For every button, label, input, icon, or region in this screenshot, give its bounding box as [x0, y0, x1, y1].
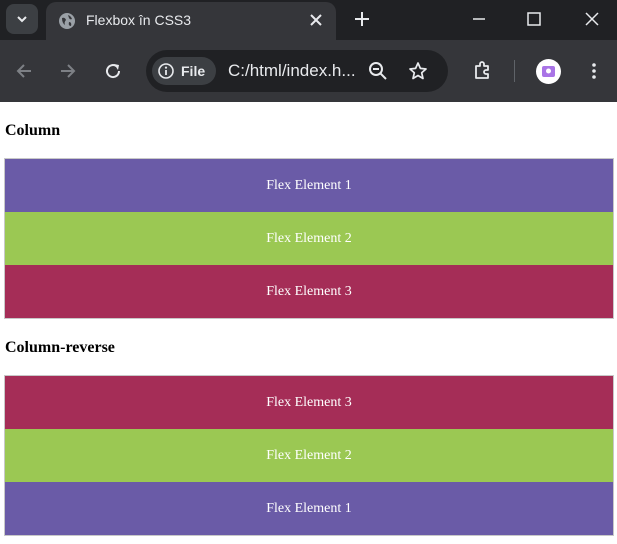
flex-element-2: Flex Element 2 [5, 429, 613, 482]
browser-toolbar: File C:/html/index.h... [0, 40, 617, 102]
site-info-label: File [181, 63, 206, 79]
address-bar[interactable]: File C:/html/index.h... [146, 50, 448, 92]
arrow-right-icon[interactable] [58, 61, 78, 81]
toolbar-divider [514, 60, 515, 82]
star-icon[interactable] [408, 61, 428, 81]
puzzle-icon[interactable] [472, 60, 492, 80]
tab-strip: Flexbox în CSS3 [0, 0, 617, 40]
minimize-icon[interactable] [468, 8, 490, 30]
globe-icon [59, 13, 75, 29]
flex-element-1: Flex Element 1 [5, 159, 613, 212]
chevron-down-icon [17, 16, 27, 23]
profile-icon [542, 66, 555, 77]
flex-element-3: Flex Element 3 [5, 376, 613, 429]
page-content: Column Flex Element 1 Flex Element 2 Fle… [0, 102, 617, 544]
close-icon[interactable] [308, 12, 324, 28]
reload-icon[interactable] [103, 61, 123, 81]
tab-title: Flexbox în CSS3 [86, 12, 192, 28]
info-icon [158, 63, 174, 79]
plus-icon[interactable] [352, 9, 372, 29]
arrow-left-icon[interactable] [14, 61, 34, 81]
flex-element-3: Flex Element 3 [5, 265, 613, 318]
heading-column-reverse: Column-reverse [5, 339, 115, 356]
tab-active[interactable]: Flexbox în CSS3 [46, 2, 336, 40]
heading-column: Column [5, 122, 61, 139]
site-info-chip[interactable]: File [152, 57, 216, 85]
avatar[interactable] [536, 59, 561, 84]
flex-container-column: Flex Element 1 Flex Element 2 Flex Eleme… [4, 158, 614, 319]
tab-search-button[interactable] [6, 4, 38, 34]
flex-container-column-reverse: Flex Element 1 Flex Element 2 Flex Eleme… [4, 375, 614, 536]
zoom-out-icon[interactable] [368, 61, 388, 81]
url-text[interactable]: C:/html/index.h... [228, 61, 356, 81]
flex-element-2: Flex Element 2 [5, 212, 613, 265]
kebab-menu-icon[interactable] [584, 61, 604, 81]
maximize-icon[interactable] [523, 8, 545, 30]
close-window-icon[interactable] [581, 8, 603, 30]
flex-element-1: Flex Element 1 [5, 482, 613, 535]
